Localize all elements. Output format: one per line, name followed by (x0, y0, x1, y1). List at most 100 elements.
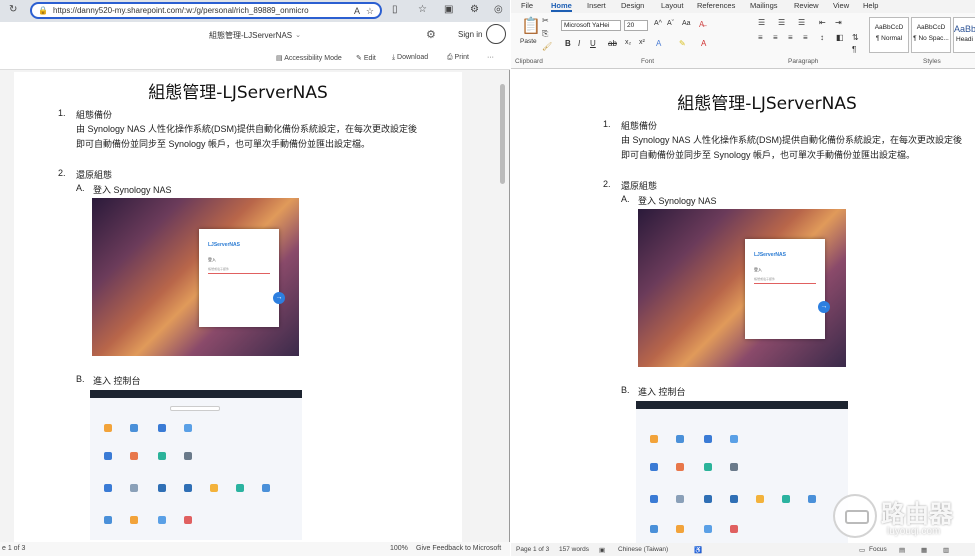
copilot-icon[interactable]: ◎ (494, 4, 503, 15)
doc-title-header[interactable]: 組態管理-LJServerNAS (209, 30, 292, 41)
read-aloud-icon[interactable]: A (354, 6, 360, 16)
tab-review[interactable]: Review (794, 1, 819, 10)
section-heading: 組態備份 (76, 110, 113, 120)
word-document-page[interactable]: 組態管理-LJServerNAS 1. 組態備份 由 Synology NAS … (559, 69, 975, 543)
tab-references[interactable]: References (697, 1, 735, 10)
word-count[interactable]: 157 words (559, 546, 589, 553)
style-name: Headi (956, 36, 973, 43)
paste-icon[interactable]: 📋 (521, 16, 541, 36)
tab-mailings[interactable]: Mailings (750, 1, 778, 10)
bold-button[interactable]: B (565, 39, 571, 48)
lock-icon: 🔒 (38, 6, 48, 15)
web-layout-icon[interactable]: ▥ (943, 546, 949, 554)
read-mode-icon[interactable]: ▤ (899, 546, 905, 554)
collections-icon[interactable]: ▣ (444, 4, 453, 15)
style-no-spacing[interactable]: AaBbCcD ¶ No Spac... (911, 17, 951, 53)
style-normal[interactable]: AaBbCcD ¶ Normal (869, 17, 909, 53)
tab-help[interactable]: Help (863, 1, 878, 10)
font-color-icon[interactable]: A (701, 39, 706, 48)
highlight-icon[interactable]: ✎ (679, 39, 686, 48)
sub-label: B. (76, 374, 85, 384)
decrease-indent-icon[interactable]: ⇤ (819, 18, 826, 27)
login-screenshot-image: LJServerNAS 登入 帳號或電子郵件 → (92, 198, 299, 356)
sub-heading: 登入 Synology NAS (638, 196, 717, 206)
paste-label[interactable]: Paste (520, 38, 537, 45)
word-window: File Home Insert Design Layout Reference… (511, 0, 975, 556)
change-case-icon[interactable]: Aa (682, 20, 691, 27)
sub-heading: 進入 控制台 (93, 376, 141, 386)
style-heading[interactable]: AaBb Headi (953, 17, 975, 53)
line-spacing-icon[interactable]: ↕ (820, 33, 824, 42)
copy-icon[interactable]: ⎘ (542, 29, 548, 39)
edit-button[interactable]: ✎ Edit (356, 54, 376, 62)
avatar[interactable] (486, 24, 506, 44)
browser-window: ↻ 🔒 https://danny520-my.sharepoint.com/:… (0, 0, 510, 556)
zoom-level[interactable]: 100% (390, 545, 408, 552)
url-field[interactable]: 🔒 https://danny520-my.sharepoint.com/:w:… (30, 2, 382, 19)
watermark-text: 路由器 (881, 500, 953, 528)
page-margin-left (511, 69, 559, 543)
sign-in-link[interactable]: Sign in (458, 30, 482, 39)
arrow-right-icon: → (273, 292, 285, 304)
accessibility-mode-button[interactable]: ▤ Accessibility Mode (276, 54, 342, 62)
numbering-icon[interactable]: ☰ (778, 18, 785, 27)
clear-formatting-icon[interactable]: A̶ (699, 20, 704, 29)
login-card: LJServerNAS 登入 帳號或電子郵件 (745, 239, 825, 339)
tab-file[interactable]: File (521, 1, 533, 10)
format-painter-icon[interactable]: 🖌 (542, 42, 552, 51)
grow-font-icon[interactable]: A^ (654, 20, 662, 27)
focus-icon[interactable]: ▭ (859, 546, 865, 554)
font-size-field[interactable]: 20 (624, 20, 648, 31)
shading-icon[interactable]: ◧ (836, 33, 844, 42)
italic-button[interactable]: I (578, 39, 580, 48)
section-heading: 還原組態 (76, 170, 113, 180)
align-center-icon[interactable]: ≡ (773, 33, 778, 42)
tab-insert[interactable]: Insert (587, 1, 606, 10)
feedback-link[interactable]: Give Feedback to Microsoft (416, 545, 501, 552)
document-title: 組態管理-LJServerNAS (148, 83, 328, 103)
tab-view[interactable]: View (833, 1, 849, 10)
align-right-icon[interactable]: ≡ (788, 33, 793, 42)
page-count[interactable]: Page 1 of 3 (516, 546, 549, 553)
focus-mode-button[interactable]: Focus (869, 546, 887, 553)
settings-gear-icon[interactable]: ⚙ (426, 28, 436, 41)
section-body: 由 Synology NAS 人性化操作系統(DSM)提供自動化備份系統設定，在… (621, 135, 963, 160)
cut-icon[interactable]: ✂ (542, 16, 549, 25)
print-button[interactable]: ⎙ Print (447, 54, 469, 62)
more-options-button[interactable]: ··· (487, 54, 494, 61)
language-indicator[interactable]: Chinese (Taiwan) (618, 546, 668, 553)
favorites-icon[interactable]: ☆ (418, 4, 427, 15)
text-effects-icon[interactable]: A (656, 39, 661, 48)
input-underline (208, 273, 270, 274)
refresh-icon[interactable]: ↻ (9, 4, 17, 15)
browser-address-bar: ↻ 🔒 https://danny520-my.sharepoint.com/:… (0, 0, 510, 22)
strikethrough-button[interactable]: ab (608, 39, 617, 48)
accessibility-icon[interactable]: ♿ (694, 546, 702, 554)
extensions-icon[interactable]: ⚙ (470, 4, 479, 15)
bullets-icon[interactable]: ☰ (758, 18, 765, 27)
tab-home[interactable]: Home (551, 1, 572, 12)
section-heading: 組態備份 (621, 121, 658, 131)
scrollbar[interactable] (500, 84, 505, 184)
ribbon-tabs: File Home Insert Design Layout Reference… (511, 0, 975, 13)
split-screen-icon[interactable]: ▯ (392, 4, 398, 15)
font-name-field[interactable]: Microsoft YaHei (561, 20, 621, 31)
show-marks-icon[interactable]: ¶ (852, 45, 856, 54)
favorite-star-icon[interactable]: ☆ (366, 6, 374, 17)
multilevel-list-icon[interactable]: ☰ (798, 18, 805, 27)
tab-layout[interactable]: Layout (661, 1, 684, 10)
justify-icon[interactable]: ≡ (803, 33, 808, 42)
align-left-icon[interactable]: ≡ (758, 33, 763, 42)
print-layout-icon[interactable]: ▦ (921, 546, 927, 554)
superscript-button[interactable]: x² (639, 39, 645, 46)
chevron-down-icon[interactable]: ⌄ (295, 31, 301, 39)
proofing-icon[interactable]: ▣ (599, 546, 605, 554)
underline-button[interactable]: U (590, 39, 596, 48)
download-button[interactable]: ⤓ Download (392, 54, 428, 62)
subscript-button[interactable]: x₂ (625, 39, 631, 46)
page-indicator: e 1 of 3 (2, 545, 26, 552)
increase-indent-icon[interactable]: ⇥ (835, 18, 842, 27)
sort-icon[interactable]: ⇅ (852, 33, 859, 42)
tab-design[interactable]: Design (621, 1, 644, 10)
shrink-font-icon[interactable]: Aˇ (667, 20, 674, 27)
